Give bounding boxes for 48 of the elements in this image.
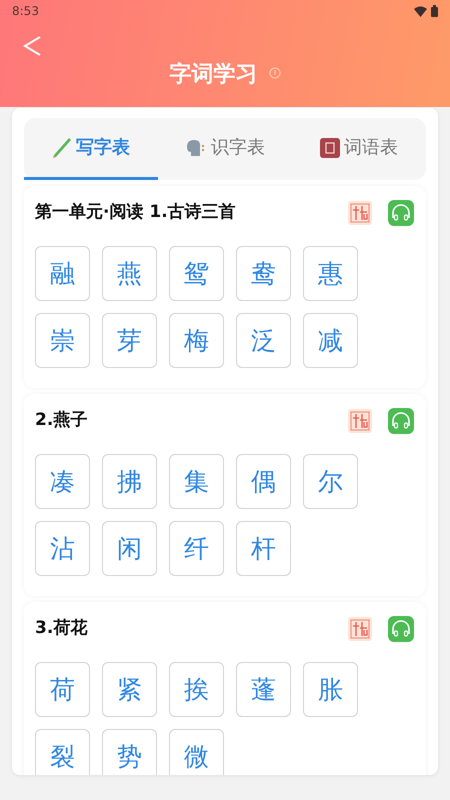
- character-tile[interactable]: 崇: [35, 313, 90, 368]
- copybook-icon[interactable]: [348, 409, 372, 433]
- character-tile[interactable]: 梅: [169, 313, 224, 368]
- character-tile[interactable]: 拂: [102, 454, 157, 509]
- character-tile[interactable]: 惠: [303, 246, 358, 301]
- character-tile[interactable]: 芽: [102, 313, 157, 368]
- character-tile[interactable]: 偶: [236, 454, 291, 509]
- character-tile[interactable]: 挨: [169, 662, 224, 717]
- character-tile[interactable]: 融: [35, 246, 90, 301]
- character-tile[interactable]: 纤: [169, 521, 224, 576]
- character-tile[interactable]: 燕: [102, 246, 157, 301]
- character-tile[interactable]: 紧: [102, 662, 157, 717]
- character-tile[interactable]: 势: [102, 729, 157, 775]
- character-tile[interactable]: 鸯: [236, 246, 291, 301]
- headphones-icon[interactable]: [388, 616, 414, 642]
- status-time: 8:53: [12, 3, 39, 20]
- character-tile[interactable]: 杆: [236, 521, 291, 576]
- character-tile[interactable]: 鸳: [169, 246, 224, 301]
- character-tile[interactable]: 凑: [35, 454, 90, 509]
- battery-icon: [431, 5, 438, 17]
- lesson-title: 2.燕子: [35, 409, 88, 432]
- lesson-title: 第一单元·阅读 1.古诗三首: [35, 201, 236, 224]
- copybook-icon[interactable]: [348, 617, 372, 641]
- character-tile[interactable]: 微: [169, 729, 224, 775]
- back-icon[interactable]: [22, 35, 42, 57]
- character-tile[interactable]: 闲: [102, 521, 157, 576]
- character-tile[interactable]: 胀: [303, 662, 358, 717]
- character-tile[interactable]: 蓬: [236, 662, 291, 717]
- character-tile[interactable]: 尔: [303, 454, 358, 509]
- character-tile[interactable]: 减: [303, 313, 358, 368]
- lesson-title: 3.荷花: [35, 617, 88, 640]
- character-tile[interactable]: 裂: [35, 729, 90, 775]
- headphones-icon[interactable]: [388, 408, 414, 434]
- pencil-icon: [53, 138, 71, 158]
- copybook-icon[interactable]: [348, 201, 372, 225]
- wifi-icon: [414, 6, 427, 16]
- tab[interactable]: 词语表: [292, 118, 426, 180]
- info-icon[interactable]: [268, 67, 281, 79]
- character-tile[interactable]: 荷: [35, 662, 90, 717]
- character-tile[interactable]: 泛: [236, 313, 291, 368]
- page-title: 字词学习: [169, 62, 258, 87]
- book-icon: [320, 138, 340, 158]
- speaking-head-icon: [187, 140, 204, 156]
- character-tile[interactable]: 集: [169, 454, 224, 509]
- character-tile[interactable]: 沾: [35, 521, 90, 576]
- tab[interactable]: 写字表: [24, 118, 158, 180]
- tab[interactable]: 识字表: [158, 118, 292, 180]
- headphones-icon[interactable]: [388, 200, 414, 226]
